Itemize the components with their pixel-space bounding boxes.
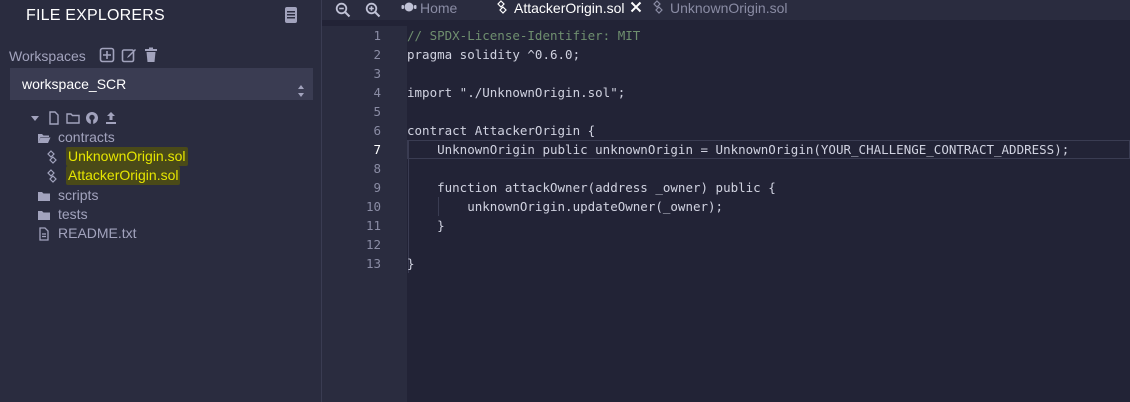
code-line: 5 xyxy=(322,102,1130,121)
text-file-icon xyxy=(37,226,51,241)
line-number: 12 xyxy=(365,237,381,252)
new-folder-icon[interactable] xyxy=(66,111,80,125)
code-line: 2 pragma solidity ^0.6.0; xyxy=(322,45,1130,64)
line-number: 1 xyxy=(373,28,381,43)
tree-item-label: AttackerOrigin.sol xyxy=(66,166,181,185)
line-number: 5 xyxy=(373,104,381,119)
solidity-file-icon xyxy=(651,0,665,14)
code-line: 13 } xyxy=(322,254,1130,273)
line-number: 8 xyxy=(373,161,381,176)
tree-item-label: tests xyxy=(58,206,88,222)
folder-open-icon xyxy=(37,131,51,145)
tree-file-attackerorigin[interactable]: AttackerOrigin.sol xyxy=(45,166,181,185)
editor-area: Home AttackerOrigin.sol UnknownOrigin.so… xyxy=(322,0,1130,402)
panel-title: FILE EXPLORERS xyxy=(26,7,165,24)
github-icon[interactable] xyxy=(85,111,99,125)
code-line: 9 function attackOwner(address _owner) p… xyxy=(322,178,1130,197)
delete-workspace-icon[interactable] xyxy=(143,47,159,63)
tree-file-readme[interactable]: README.txt xyxy=(37,224,137,243)
code-text: function attackOwner(address _owner) pub… xyxy=(407,180,776,195)
edit-workspace-icon[interactable] xyxy=(121,47,137,63)
collapse-caret-icon[interactable] xyxy=(28,111,42,125)
code-text: unknownOrigin.updateOwner(_owner); xyxy=(407,199,724,214)
tab-unknownorigin[interactable]: UnknownOrigin.sol xyxy=(651,0,788,20)
workspace-select[interactable]: workspace_SCR xyxy=(10,68,313,100)
code-line: 12 xyxy=(322,235,1130,254)
new-file-icon[interactable] xyxy=(47,111,61,125)
zoom-out-icon[interactable] xyxy=(335,2,351,18)
tab-label: AttackerOrigin.sol xyxy=(514,0,625,16)
zoom-in-icon[interactable] xyxy=(365,2,381,18)
add-workspace-icon[interactable] xyxy=(99,47,115,63)
tab-bar: Home AttackerOrigin.sol UnknownOrigin.so… xyxy=(322,0,1130,20)
workspaces-label: Workspaces xyxy=(9,48,86,64)
tree-folder-tests[interactable]: tests xyxy=(37,205,88,224)
code-line: 7 UnknownOrigin public unknownOrigin = U… xyxy=(322,140,1130,159)
tree-item-label: scripts xyxy=(58,187,99,203)
workspace-select-value: workspace_SCR xyxy=(22,76,127,92)
remix-logo-icon xyxy=(401,0,417,14)
line-number: 4 xyxy=(373,85,381,100)
tree-file-unknownorigin[interactable]: UnknownOrigin.sol xyxy=(45,147,188,166)
code-text: } xyxy=(407,256,415,271)
line-number: 9 xyxy=(373,180,381,195)
code-text: UnknownOrigin public unknownOrigin = Unk… xyxy=(407,142,1070,157)
code-line: 3 xyxy=(322,64,1130,83)
code-text: import "./UnknownOrigin.sol"; xyxy=(407,85,626,100)
line-number: 10 xyxy=(365,199,381,214)
select-caret-icon xyxy=(297,77,305,97)
line-number: 11 xyxy=(365,218,381,233)
tree-item-label: README.txt xyxy=(58,225,137,241)
line-number: 6 xyxy=(373,123,381,138)
solidity-file-icon xyxy=(45,149,59,164)
folder-icon xyxy=(37,189,51,203)
code-text: } xyxy=(407,218,445,233)
tab-label: Home xyxy=(420,0,458,16)
code-text: contract AttackerOrigin { xyxy=(407,123,596,138)
close-tab-icon[interactable] xyxy=(630,0,642,14)
upload-icon[interactable] xyxy=(104,111,118,125)
tree-item-label: UnknownOrigin.sol xyxy=(66,147,188,166)
code-text: pragma solidity ^0.6.0; xyxy=(407,47,581,62)
document-icon[interactable] xyxy=(283,6,299,24)
code-line: 10 unknownOrigin.updateOwner(_owner); xyxy=(322,197,1130,216)
code-line: 1 // SPDX-License-Identifier: MIT xyxy=(322,26,1130,45)
tab-home[interactable]: Home xyxy=(401,0,457,20)
code-line: 11 } xyxy=(322,216,1130,235)
file-explorer-panel: FILE EXPLORERS Workspaces workspace_SCR xyxy=(0,0,322,402)
line-number: 13 xyxy=(365,256,381,271)
tree-item-label: contracts xyxy=(58,129,115,145)
line-number: 2 xyxy=(373,47,381,62)
line-number: 7 xyxy=(373,142,381,157)
workspace-actions xyxy=(99,47,159,63)
line-number: 3 xyxy=(373,66,381,81)
code-editor[interactable]: 1 // SPDX-License-Identifier: MIT 2 prag… xyxy=(322,26,1130,402)
tab-label: UnknownOrigin.sol xyxy=(670,0,788,16)
folder-icon xyxy=(37,208,51,222)
tree-folder-scripts[interactable]: scripts xyxy=(37,186,98,205)
file-tree-toolbar xyxy=(28,111,118,125)
solidity-file-icon xyxy=(45,168,59,183)
code-line: 4 import "./UnknownOrigin.sol"; xyxy=(322,83,1130,102)
solidity-file-icon xyxy=(495,0,509,14)
tree-folder-contracts[interactable]: contracts xyxy=(37,128,115,147)
code-line: 6 contract AttackerOrigin { xyxy=(322,121,1130,140)
code-line: 8 xyxy=(322,159,1130,178)
code-text: // SPDX-License-Identifier: MIT xyxy=(407,28,641,43)
tab-attackerorigin[interactable]: AttackerOrigin.sol xyxy=(495,0,642,20)
